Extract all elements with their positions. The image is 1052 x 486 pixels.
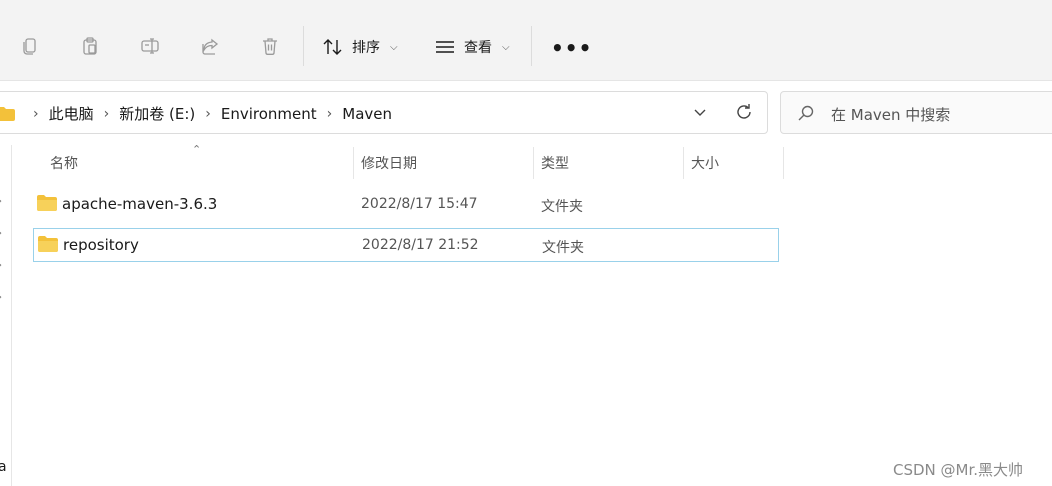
breadcrumb-item[interactable]: Maven — [342, 105, 392, 123]
expand-chevron-icon[interactable]: › — [0, 260, 2, 271]
expand-chevron-icon[interactable]: › — [0, 196, 2, 207]
column-header-row: ⌃ 名称 修改日期 类型 大小 — [12, 143, 1052, 181]
search-icon — [798, 105, 814, 121]
watermark: CSDN @Mr.黑大帅 — [893, 461, 1024, 479]
share-icon[interactable] — [198, 34, 222, 58]
sort-label: 排序 — [352, 40, 380, 56]
breadcrumb-item[interactable]: Environment — [221, 105, 317, 123]
more-options-button[interactable]: ••• — [551, 36, 592, 60]
column-header-type[interactable]: 类型 — [541, 153, 569, 173]
folder-icon — [0, 106, 15, 121]
view-icon — [436, 41, 454, 53]
file-date: 2022/8/17 21:52 — [362, 237, 479, 253]
column-divider[interactable] — [683, 147, 684, 179]
expand-chevron-icon[interactable]: › — [0, 228, 2, 239]
chevron-right-icon[interactable]: › — [33, 106, 39, 122]
chevron-right-icon[interactable]: › — [104, 106, 110, 122]
view-label: 查看 — [464, 40, 492, 56]
paste-icon[interactable] — [78, 34, 102, 58]
list-item[interactable]: apache-maven-3.6.3 2022/8/17 15:47 文件夹 — [33, 188, 779, 222]
file-name: apache-maven-3.6.3 — [62, 195, 218, 213]
view-button[interactable]: 查看 ⌵ — [434, 34, 510, 60]
sort-ascending-icon: ⌃ — [192, 143, 202, 156]
address-bar[interactable]: › 此电脑 › 新加卷 (E:) › Environment › Maven — [0, 91, 768, 134]
column-header-size[interactable]: 大小 — [691, 153, 719, 173]
file-name: repository — [63, 236, 139, 254]
toolbar-divider — [303, 26, 304, 66]
address-history-chevron-icon[interactable] — [692, 104, 708, 124]
search-input[interactable]: 在 Maven 中搜索 — [831, 104, 950, 125]
list-item-selected[interactable]: repository 2022/8/17 21:52 文件夹 — [33, 228, 779, 262]
refresh-icon[interactable] — [734, 102, 754, 122]
breadcrumb-item[interactable]: 新加卷 (E:) — [119, 103, 195, 124]
file-type: 文件夹 — [541, 199, 583, 215]
copy-icon[interactable] — [18, 34, 42, 58]
expand-chevron-icon[interactable]: › — [0, 292, 2, 303]
chevron-down-icon: ⌵ — [502, 41, 510, 53]
toolbar-divider — [531, 26, 532, 66]
column-header-date[interactable]: 修改日期 — [361, 153, 417, 173]
folder-icon — [37, 195, 57, 211]
file-explorer-window: 排序 ⌵ 查看 ⌵ ••• › 此电脑 › 新加卷 (E:) › Environ… — [0, 0, 1052, 486]
chevron-right-icon[interactable]: › — [205, 106, 211, 122]
delete-icon[interactable] — [258, 34, 282, 58]
sort-button[interactable]: 排序 ⌵ — [322, 34, 398, 60]
chevron-right-icon[interactable]: › — [327, 106, 333, 122]
column-divider[interactable] — [353, 147, 354, 179]
chevron-down-icon: ⌵ — [390, 41, 398, 53]
file-type: 文件夹 — [542, 240, 584, 256]
search-box[interactable]: 在 Maven 中搜索 — [780, 91, 1052, 134]
breadcrumb: › 此电脑 › 新加卷 (E:) › Environment › Maven — [0, 92, 392, 135]
sort-icon — [323, 39, 342, 55]
rename-icon[interactable] — [138, 34, 162, 58]
column-header-name[interactable]: 名称 — [50, 153, 78, 173]
column-divider[interactable] — [783, 147, 784, 179]
folder-icon — [38, 236, 58, 252]
command-bar: 排序 ⌵ 查看 ⌵ ••• — [0, 0, 1052, 81]
breadcrumb-item[interactable]: 此电脑 — [49, 103, 94, 124]
column-divider[interactable] — [533, 147, 534, 179]
nav-item-label[interactable]: a — [0, 459, 7, 475]
file-date: 2022/8/17 15:47 — [361, 196, 478, 212]
